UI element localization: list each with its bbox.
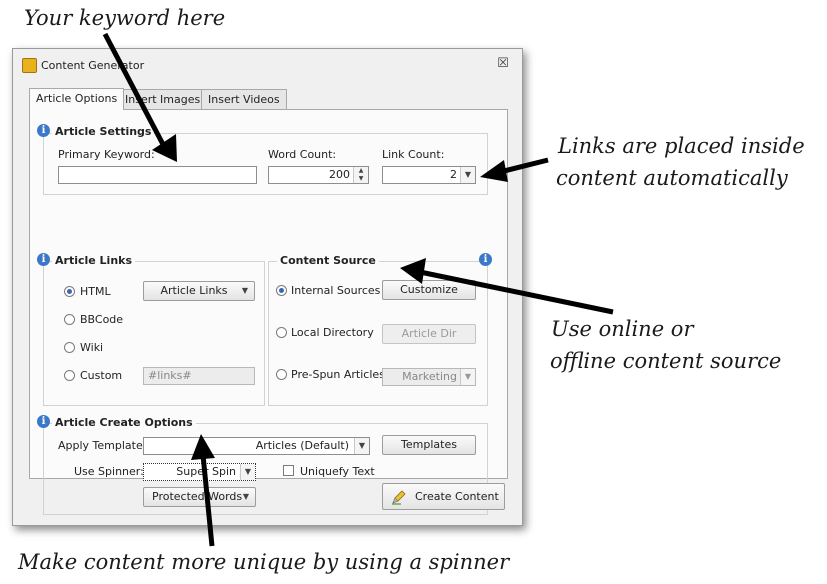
tab-article-options[interactable]: Article Options — [29, 88, 125, 110]
arrow-content-source — [400, 258, 614, 315]
arrow-link-count — [480, 157, 549, 182]
arrow-spinner — [191, 434, 215, 547]
